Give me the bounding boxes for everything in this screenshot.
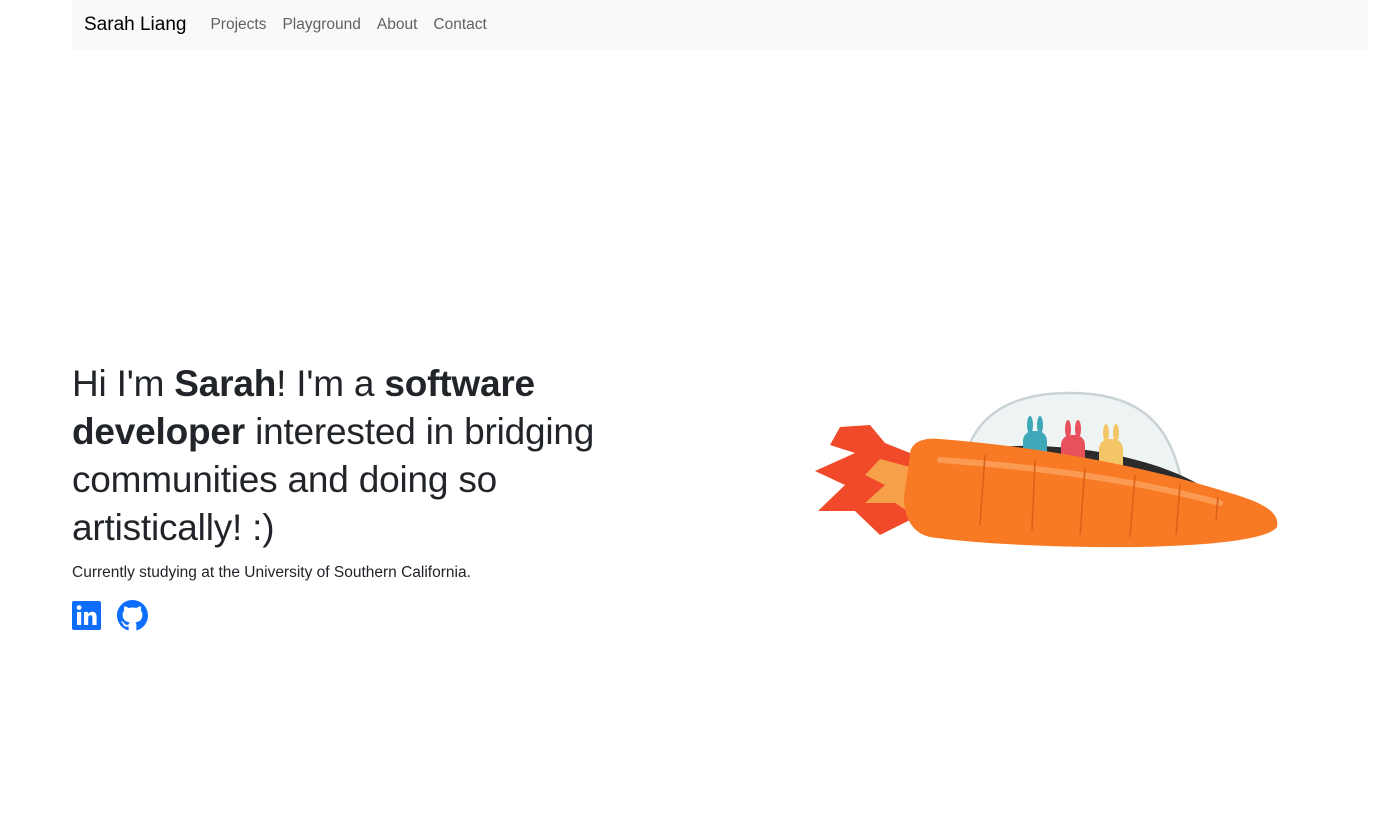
linkedin-icon [72, 601, 101, 630]
navbar: Sarah Liang Projects Playground About Co… [72, 0, 1368, 49]
headline-text: ! I'm a [276, 363, 385, 404]
github-icon [117, 600, 148, 631]
nav-link-projects[interactable]: Projects [202, 17, 274, 33]
social-links [72, 600, 672, 631]
carrot-rocket-illustration [815, 391, 1278, 548]
nav-link-about[interactable]: About [369, 17, 426, 33]
nav-link-contact[interactable]: Contact [425, 17, 494, 33]
hero-section: Hi I'm Sarah! I'm a software developer i… [72, 360, 672, 631]
brand-link[interactable]: Sarah Liang [84, 15, 186, 34]
hero-headline: Hi I'm Sarah! I'm a software developer i… [72, 360, 672, 552]
hero-subtext: Currently studying at the University of … [72, 564, 471, 581]
github-link[interactable] [117, 600, 148, 631]
linkedin-link[interactable] [72, 601, 101, 630]
headline-name: Sarah [174, 363, 277, 404]
nav-link-playground[interactable]: Playground [274, 17, 368, 33]
headline-text: Hi I'm [72, 363, 175, 404]
